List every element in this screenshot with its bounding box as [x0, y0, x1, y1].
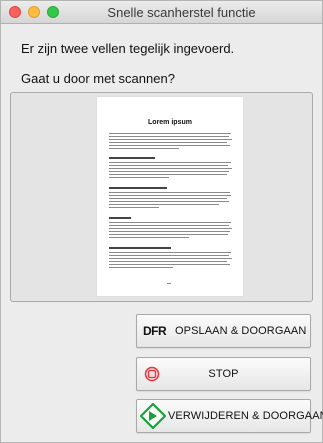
continue-question: Gaat u door met scannen? [21, 71, 175, 86]
page-number-mark [167, 283, 171, 284]
window-title: Snelle scanherstel functie [107, 5, 256, 20]
green-diamond-arrow-icon [139, 402, 167, 434]
delete-and-continue-label: VERWIJDEREN & DOORGAAN [168, 410, 323, 422]
save-and-continue-label: OPSLAAN & DOORGAAN [175, 325, 307, 337]
save-and-continue-button[interactable]: DFR OPSLAAN & DOORGAAN [136, 314, 311, 348]
scan-recovery-window: Snelle scanherstel functie Er zijn twee … [0, 0, 323, 443]
stop-label: STOP [208, 368, 239, 380]
title-bar: Snelle scanherstel functie [1, 1, 322, 24]
scanned-page-thumbnail: Lorem ipsum [97, 97, 243, 296]
double-feed-message: Er zijn twee vellen tegelijk ingevoerd. [21, 41, 235, 56]
scan-preview-pane: Lorem ipsum [10, 92, 313, 302]
document-title: Lorem ipsum [148, 119, 192, 126]
dfr-icon: DFR [143, 324, 167, 338]
delete-and-continue-button[interactable]: VERWIJDEREN & DOORGAAN [136, 399, 323, 434]
stop-button[interactable]: STOP [136, 357, 311, 391]
